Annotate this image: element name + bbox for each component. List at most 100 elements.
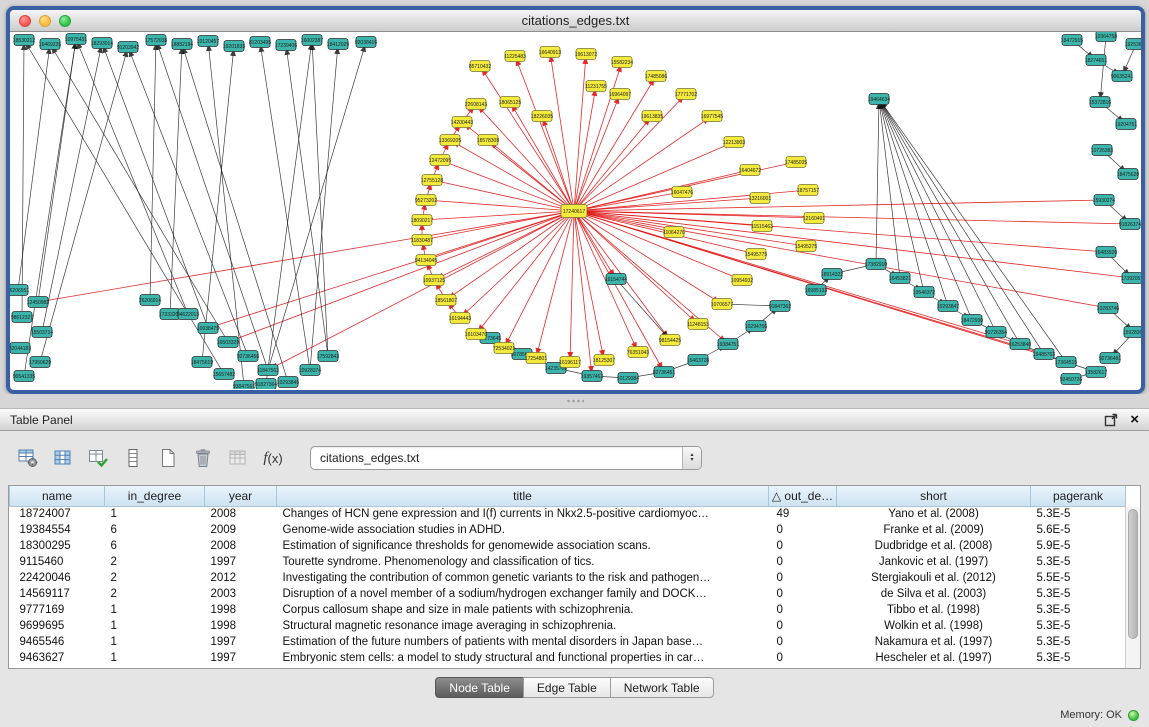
cell-title[interactable]: Genome-wide association studies in ADHD.: [277, 522, 769, 538]
vertical-scrollbar[interactable]: [1125, 507, 1140, 668]
graph-edge[interactable]: [574, 192, 682, 211]
cell-out_degree[interactable]: 0: [769, 538, 837, 554]
table-row[interactable]: 946362711997Embryonic stem cells: a mode…: [10, 650, 1126, 666]
column-header-year[interactable]: year: [205, 486, 277, 506]
cell-in_degree[interactable]: 1: [105, 506, 205, 522]
cell-in_degree[interactable]: 2: [105, 554, 205, 570]
graph-node[interactable]: 18475619: [191, 357, 213, 368]
graph-node[interactable]: 95273202: [415, 195, 437, 206]
graph-node[interactable]: 16985133: [805, 285, 827, 296]
graph-edge[interactable]: [150, 40, 156, 300]
graph-edge[interactable]: [574, 94, 620, 211]
graph-edge[interactable]: [476, 104, 574, 211]
graph-edge[interactable]: [268, 42, 366, 370]
cell-year[interactable]: 2012: [205, 570, 277, 586]
graph-node[interactable]: 92450726: [1060, 374, 1082, 385]
minimize-window-button[interactable]: [39, 15, 51, 27]
graph-node[interactable]: 82044183: [10, 343, 31, 354]
cell-name[interactable]: 9465546: [10, 634, 105, 650]
graph-node[interactable]: 91847362: [769, 301, 791, 312]
graph-node[interactable]: 16002387: [301, 35, 323, 46]
graph-edge[interactable]: [40, 47, 128, 362]
cell-pagerank[interactable]: 5.3E-5: [1031, 506, 1126, 522]
tab-network-table[interactable]: Network Table: [610, 677, 714, 698]
graph-node[interactable]: 10120457: [197, 36, 219, 47]
graph-edge[interactable]: [879, 99, 1044, 354]
graph-node[interactable]: 10283746: [1097, 303, 1119, 314]
graph-node[interactable]: 16047476: [671, 187, 693, 198]
graph-node[interactable]: 18412029: [327, 39, 349, 50]
graph-node[interactable]: 16253840: [1009, 339, 1031, 350]
graph-node[interactable]: 15657482: [213, 369, 235, 380]
graph-node[interactable]: 16964097: [609, 89, 631, 100]
cell-year[interactable]: 1997: [205, 554, 277, 570]
graph-node[interactable]: 19201833: [223, 41, 245, 52]
cell-out_degree[interactable]: 0: [769, 570, 837, 586]
cell-out_degree[interactable]: 0: [769, 650, 837, 666]
cell-year[interactable]: 2009: [205, 522, 277, 538]
graph-node[interactable]: 19384751: [717, 339, 739, 350]
graph-node[interactable]: 76351043: [627, 347, 649, 358]
cell-title[interactable]: Embryonic stem cells: a model to study s…: [277, 650, 769, 666]
table-row[interactable]: 911546021997Tourette syndrome. Phenomeno…: [10, 554, 1126, 570]
graph-node[interactable]: 82736451: [653, 367, 675, 378]
graph-node[interactable]: 15503714: [31, 327, 53, 338]
cell-pagerank[interactable]: 5.3E-5: [1031, 602, 1126, 618]
tab-node-table[interactable]: Node Table: [435, 677, 524, 698]
cell-short[interactable]: Nakamura et al. (1997): [837, 634, 1031, 650]
graph-edge[interactable]: [38, 39, 76, 302]
graph-node[interactable]: 12755128: [421, 175, 443, 186]
graph-node[interactable]: 10294756: [745, 321, 767, 332]
graph-node[interactable]: 11231755: [585, 81, 607, 92]
table-selector-combo[interactable]: citations_edges.txt ▴▾: [310, 446, 702, 470]
graph-node[interactable]: 92736456: [237, 351, 259, 362]
graph-node[interactable]: 16469235: [39, 39, 61, 50]
graph-node[interactable]: 19154744: [605, 274, 627, 285]
cell-name[interactable]: 14569117: [10, 586, 105, 602]
panel-splitter[interactable]: [0, 394, 1149, 408]
cell-short[interactable]: Stergiakouli et al. (2012): [837, 570, 1031, 586]
graph-edge[interactable]: [286, 45, 328, 356]
close-panel-icon[interactable]: ×: [1130, 412, 1139, 427]
graph-node[interactable]: 10293845: [277, 377, 299, 388]
cell-pagerank[interactable]: 5.3E-5: [1031, 554, 1126, 570]
graph-node[interactable]: 16483920: [1095, 247, 1117, 258]
graph-node[interactable]: 18226035: [531, 111, 553, 122]
cell-year[interactable]: 1997: [205, 650, 277, 666]
graph-node[interactable]: 16977545: [701, 111, 723, 122]
graph-node[interactable]: 90635241: [1111, 71, 1133, 82]
graph-node[interactable]: 17771702: [675, 89, 697, 100]
cell-out_degree[interactable]: 49: [769, 506, 837, 522]
graph-node[interactable]: 10938475: [197, 323, 219, 334]
graph-node[interactable]: 19613072: [575, 49, 597, 60]
cell-short[interactable]: Dudbridge et al. (2008): [837, 538, 1031, 554]
graph-node[interactable]: 16404672: [739, 165, 761, 176]
cell-title[interactable]: Changes of HCN gene expression and I(f) …: [277, 506, 769, 522]
cell-in_degree[interactable]: 6: [105, 538, 205, 554]
network-canvas[interactable]: 1853021216469235109754311829301491203942…: [10, 32, 1141, 389]
cell-title[interactable]: Disruption of a novel member of a sodium…: [277, 586, 769, 602]
graph-node[interactable]: 11847563: [257, 365, 279, 376]
cell-in_degree[interactable]: 2: [105, 570, 205, 586]
graph-node[interactable]: 91203942: [117, 42, 139, 53]
graph-node[interactable]: 17950629: [29, 357, 51, 368]
graph-node[interactable]: 15928364: [1123, 327, 1141, 338]
graph-edge[interactable]: [876, 99, 879, 264]
cell-short[interactable]: Jankovic et al. (1997): [837, 554, 1031, 570]
column-header-pagerank[interactable]: pagerank: [1031, 486, 1126, 506]
graph-edge[interactable]: [440, 160, 574, 211]
close-window-button[interactable]: [19, 15, 31, 27]
graph-node[interactable]: 12450983: [27, 297, 49, 308]
show-hide-columns-icon[interactable]: [51, 446, 75, 470]
graph-edge[interactable]: [574, 94, 686, 211]
new-table-icon[interactable]: [156, 446, 180, 470]
cell-short[interactable]: de Silva et al. (2003): [837, 586, 1031, 602]
graph-node[interactable]: 90541335: [13, 371, 35, 382]
cell-out_degree[interactable]: 0: [769, 618, 837, 634]
graph-node[interactable]: 94134045: [415, 255, 437, 266]
graph-edge[interactable]: [574, 54, 586, 211]
graph-node[interactable]: 18882194: [171, 39, 193, 50]
cell-name[interactable]: 18300295: [10, 538, 105, 554]
cell-pagerank[interactable]: 5.3E-5: [1031, 634, 1126, 650]
graph-edge[interactable]: [574, 211, 664, 372]
